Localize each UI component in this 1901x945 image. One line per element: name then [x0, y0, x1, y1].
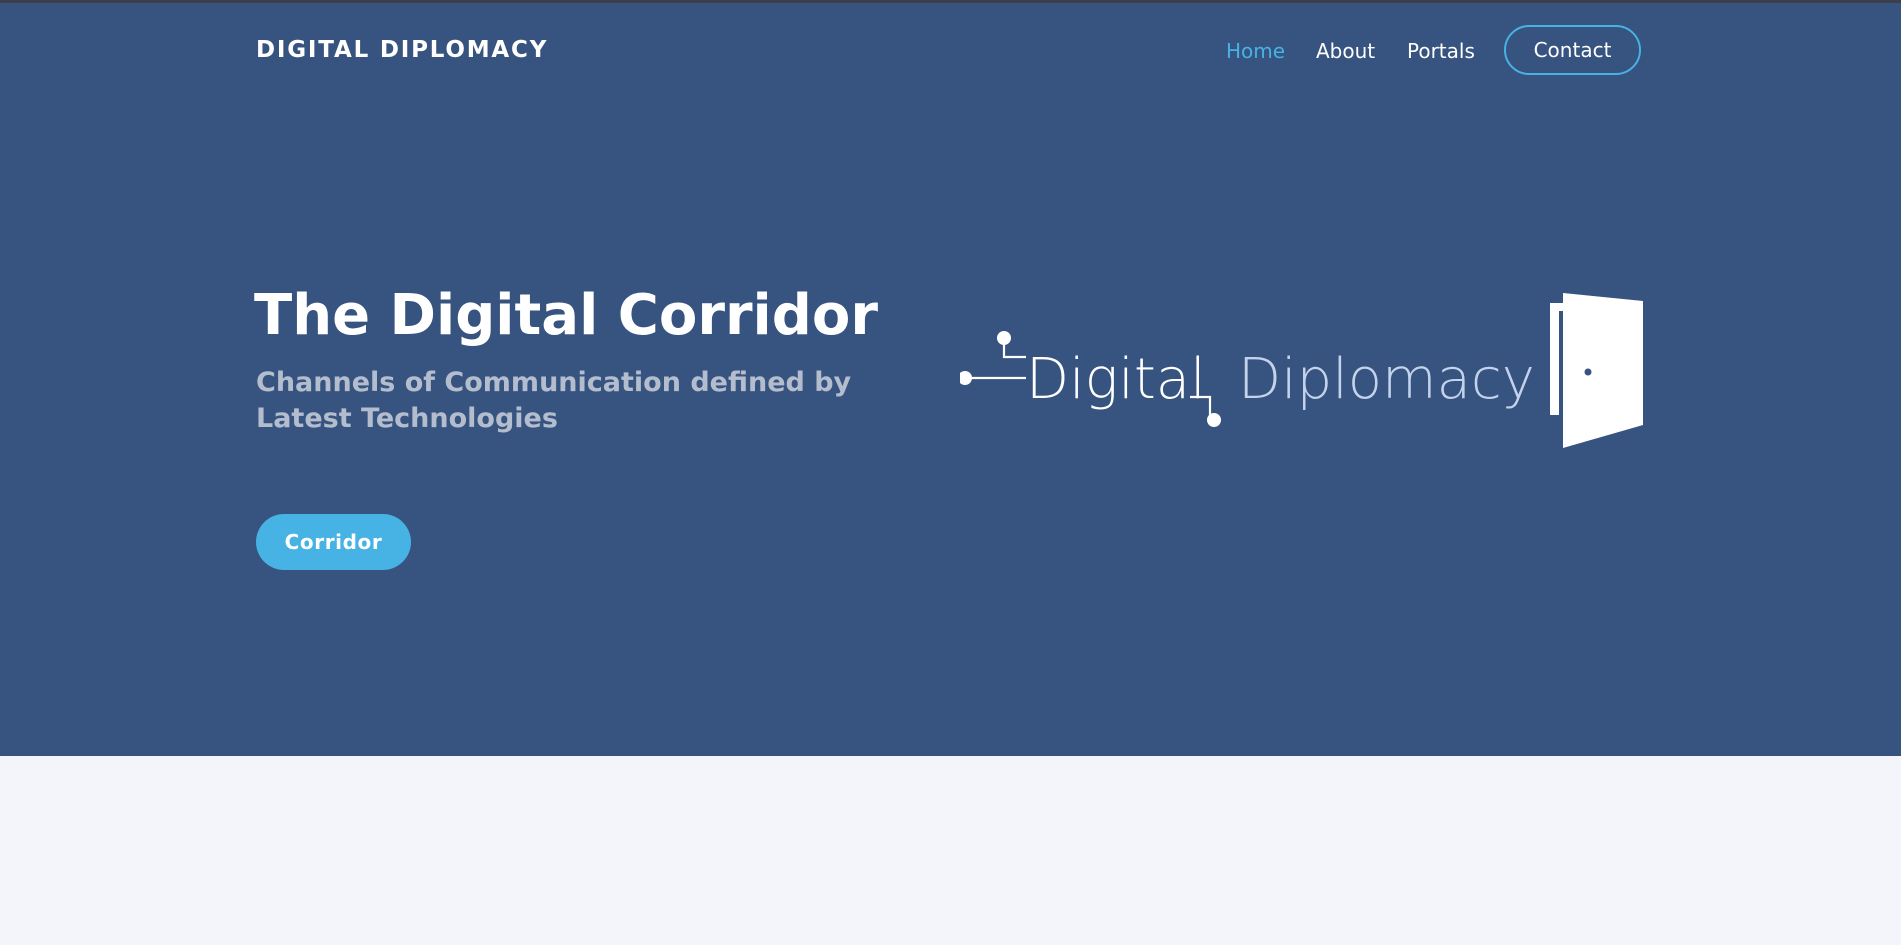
nav-link-about[interactable]: About	[1316, 39, 1375, 63]
logo-word-diplomacy: Diplomacy	[1238, 347, 1535, 412]
hero-subtitle: Channels of Communication defined by Lat…	[256, 367, 852, 434]
contact-button[interactable]: Contact	[1504, 25, 1641, 75]
logo-word-digital: Digital	[1026, 347, 1206, 412]
site-logo[interactable]: DIGITAL DIPLOMACY	[256, 37, 548, 63]
corridor-button[interactable]: Corridor	[256, 514, 411, 570]
nav-link-home[interactable]: Home	[1226, 39, 1285, 63]
content-section	[0, 756, 1901, 945]
page-title: The Digital Corridor	[254, 283, 878, 348]
door-icon	[1550, 293, 1643, 448]
nav-link-portals[interactable]: Portals	[1407, 39, 1475, 63]
